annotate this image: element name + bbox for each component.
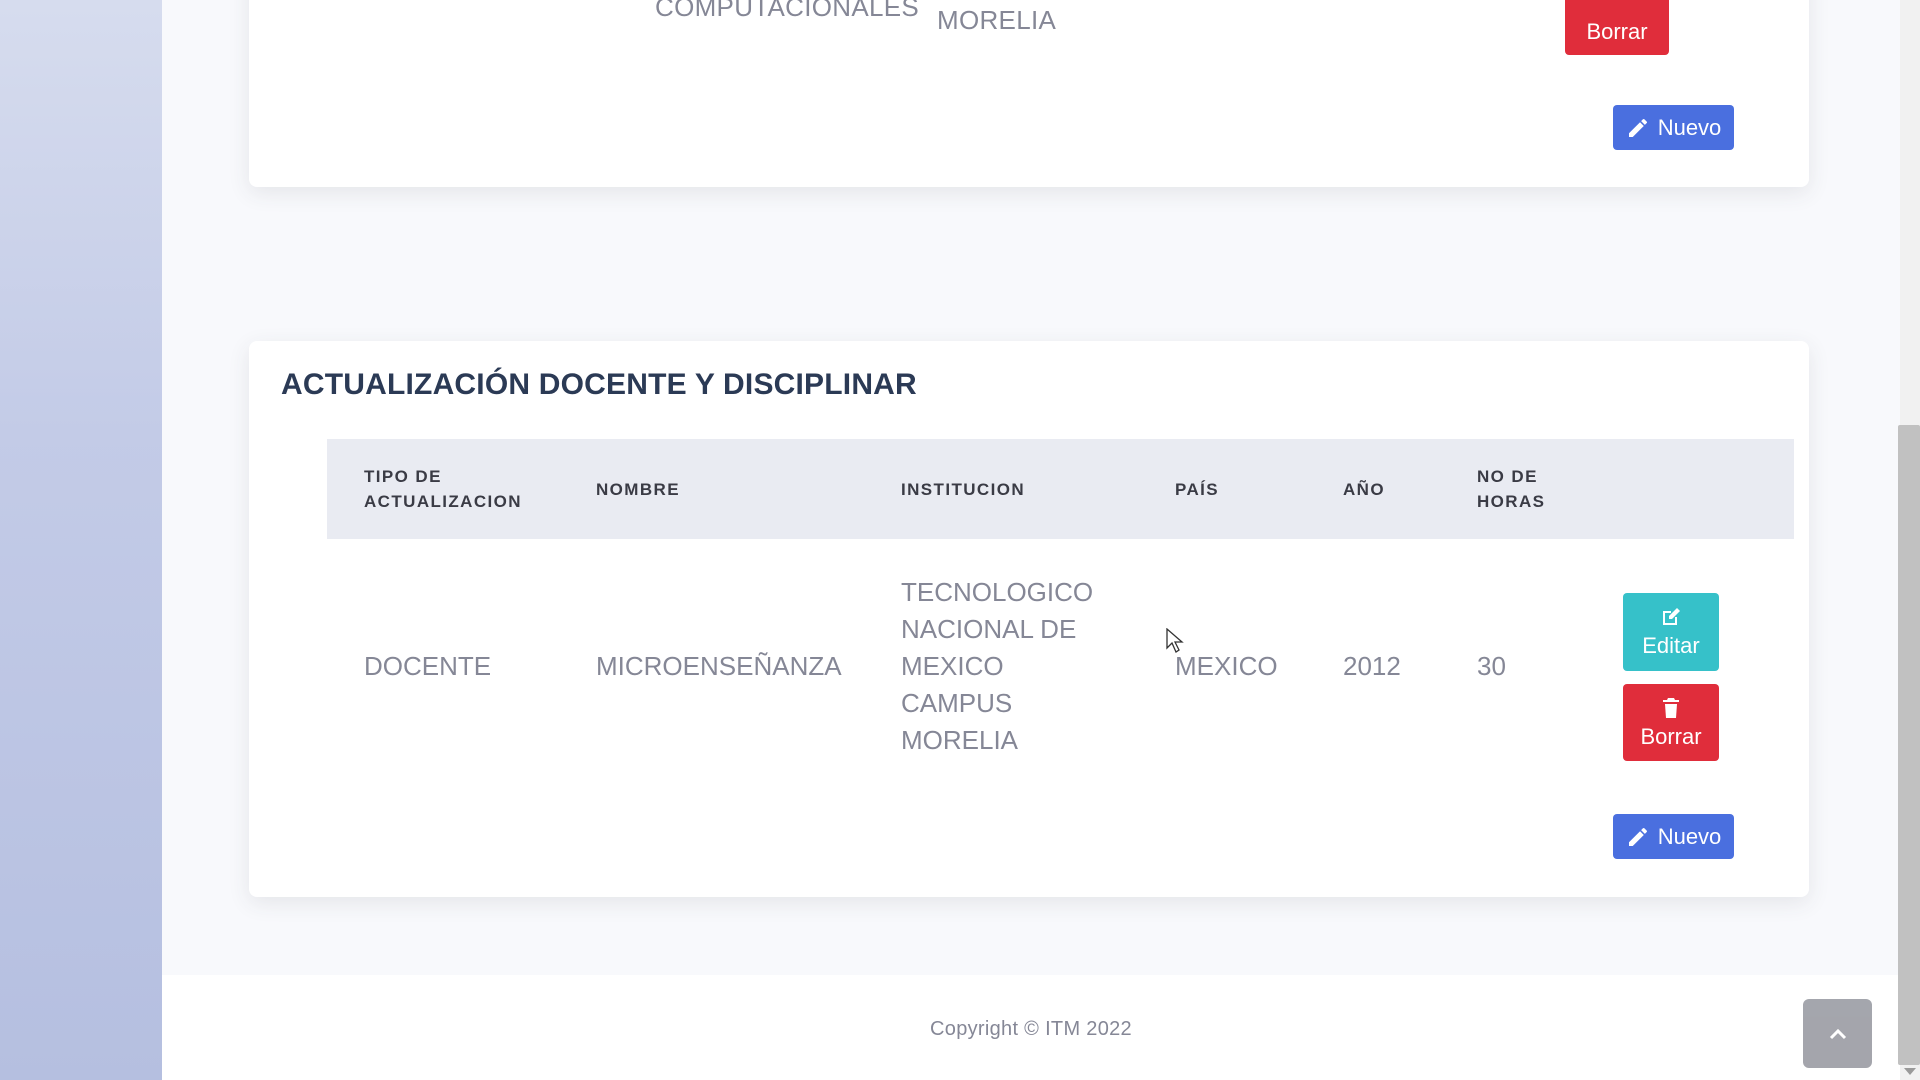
column-header-horas: NO DE HORAS [1477,467,1546,511]
scroll-to-top-button[interactable] [1803,999,1872,1068]
copyright-text: Copyright © ITM 2022 [930,1018,1132,1040]
edit-button[interactable]: Editar [1623,593,1719,671]
table-cell: COMPUTACIONALES [655,0,920,22]
delete-button[interactable]: Borrar [1565,0,1669,55]
column-header-pais: PAÍS [1175,479,1220,499]
sidebar [0,0,162,1080]
new-button[interactable]: Nuevo [1613,105,1734,150]
cell-horas: 30 [1477,651,1506,681]
column-header-anio: AÑO [1343,479,1385,499]
pencil-icon [1628,827,1647,846]
cell-nombre: MICROENSEÑANZA [596,651,842,681]
scroll-down-arrow-icon[interactable] [1904,1068,1916,1075]
new-button[interactable]: Nuevo [1613,814,1734,859]
trash-icon [1663,697,1679,718]
table-cell: MORELIA [937,5,1057,35]
column-header-nombre: NOMBRE [596,479,680,499]
scrollbar-thumb[interactable] [1898,425,1920,1065]
edit-square-icon [1663,608,1680,625]
edit-button-label: Editar [1642,633,1700,658]
pencil-icon [1628,118,1647,137]
column-header-tipo: TIPO DE ACTUALIZACION [364,467,522,511]
new-button-label: Nuevo [1657,114,1722,140]
cell-pais: MEXICO [1175,651,1278,681]
delete-button-label: Borrar [1640,723,1702,749]
new-button-label: Nuevo [1657,823,1722,849]
delete-button[interactable]: Borrar [1623,684,1719,761]
table-header: TIPO DE ACTUALIZACION NOMBRE INSTITUCION… [327,439,1794,539]
column-header-institucion: INSTITUCION [901,479,1026,499]
main-content: COMPUTACIONALES MORELIA Borrar Nuevo ACT… [162,0,1900,1080]
previous-section-card: COMPUTACIONALES MORELIA Borrar Nuevo [249,0,1809,187]
delete-button-label: Borrar [1586,19,1648,44]
cell-institucion: TECNOLOGICO NACIONAL DE MEXICO CAMPUS MO… [901,577,1094,755]
teacher-update-card: ACTUALIZACIÓN DOCENTE Y DISCIPLINAR TIPO… [249,341,1809,897]
chevron-up-icon [1829,1028,1846,1039]
cell-anio: 2012 [1343,651,1401,681]
mouse-cursor-icon [1166,628,1184,653]
section-title: ACTUALIZACIÓN DOCENTE Y DISCIPLINAR [281,368,917,401]
cell-tipo: DOCENTE [364,651,492,681]
